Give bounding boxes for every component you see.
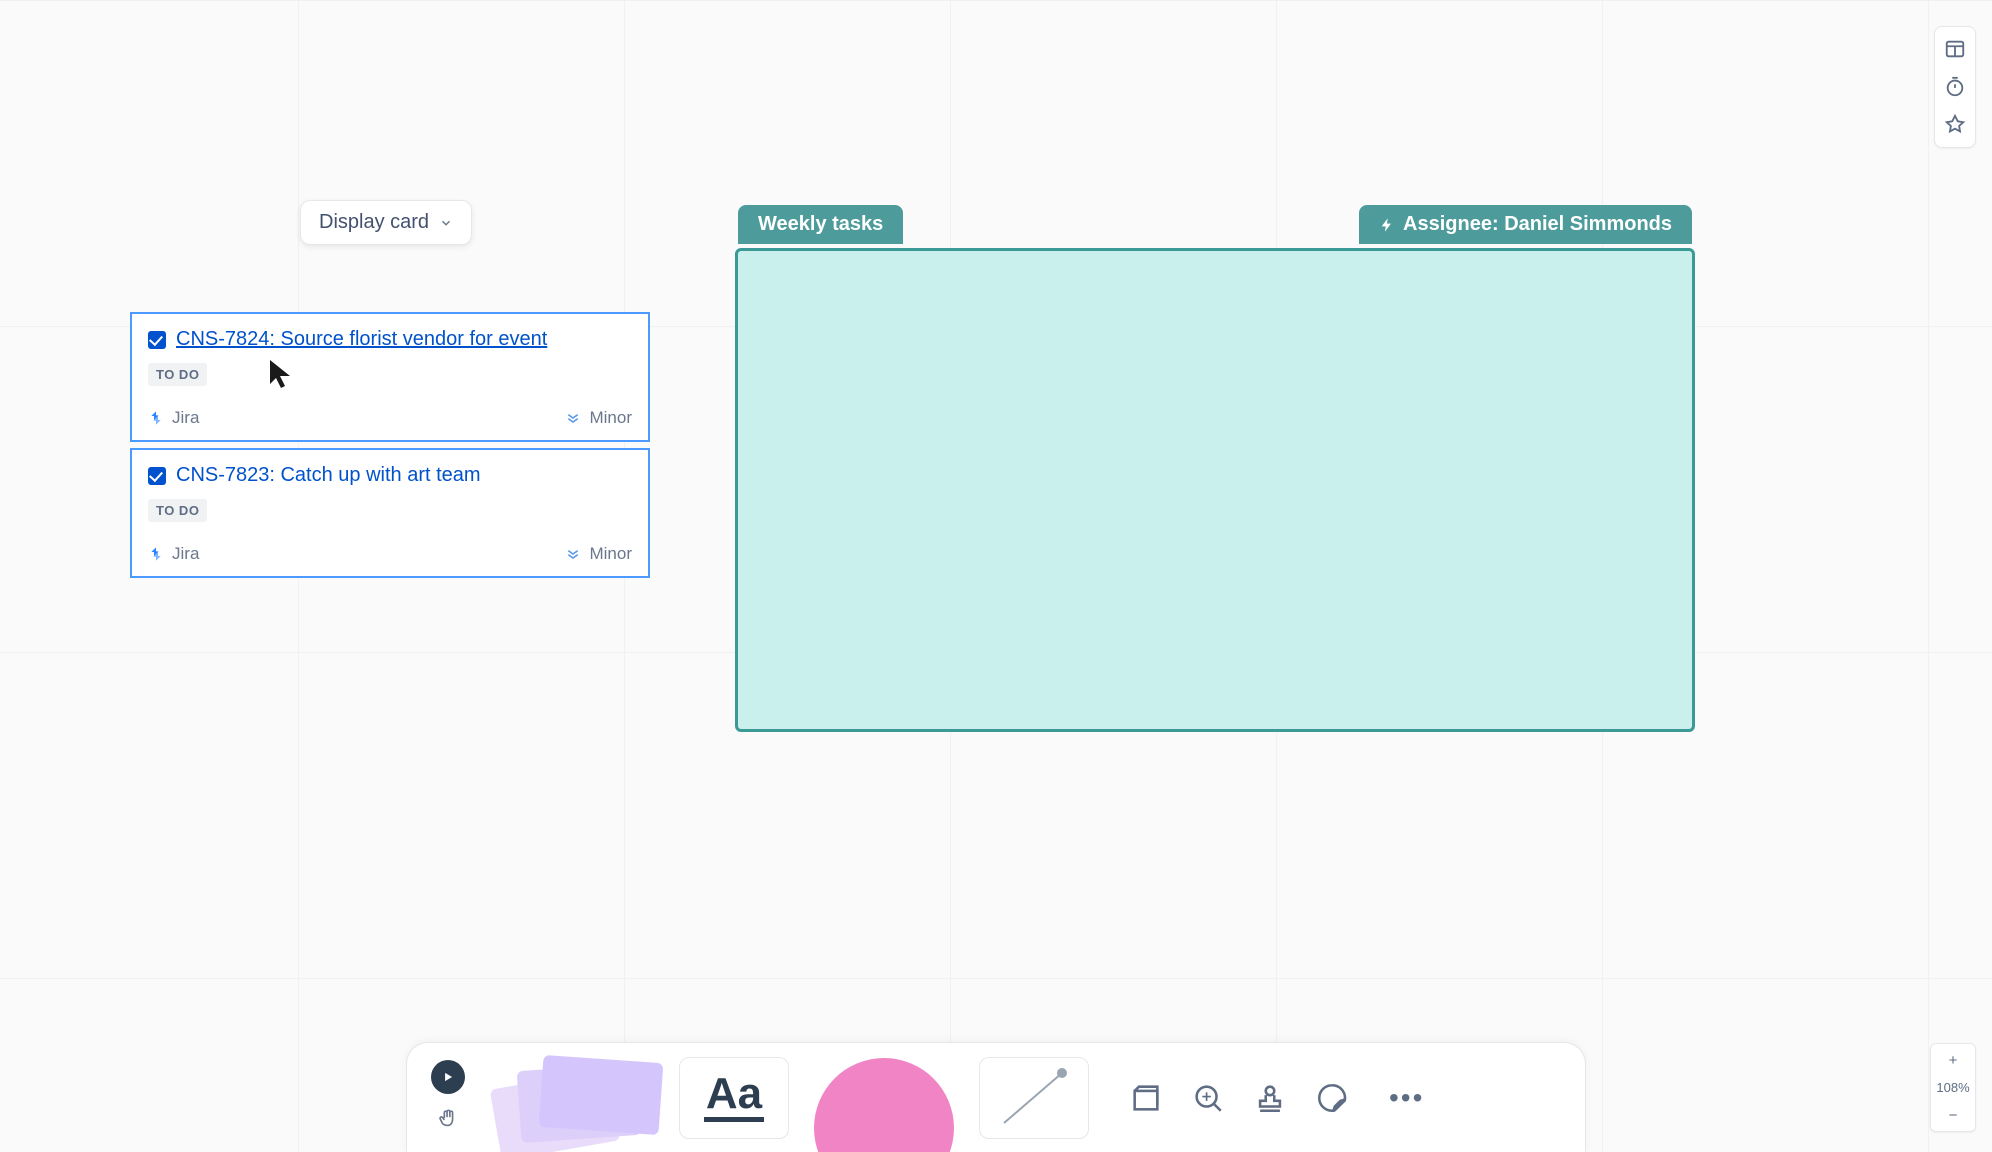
circle-shape-icon <box>814 1058 954 1152</box>
assignee-tab[interactable]: Assignee: Daniel Simmonds <box>1359 205 1692 244</box>
zoom-control: + 108% − <box>1930 1043 1976 1132</box>
shape-tool[interactable] <box>809 1057 959 1139</box>
frame-tool-icon[interactable] <box>1129 1081 1163 1115</box>
priority-label: Minor <box>589 544 632 564</box>
assignee-label: Assignee: Daniel Simmonds <box>1403 213 1672 236</box>
display-card-label: Display card <box>319 211 429 234</box>
status-badge: TO DO <box>148 363 207 386</box>
hand-tool-button[interactable] <box>431 1102 465 1136</box>
jira-card[interactable]: CNS-7824: Source florist vendor for even… <box>130 312 650 442</box>
search-sparkle-icon[interactable] <box>1191 1081 1225 1115</box>
frame-title: Weekly tasks <box>758 213 883 235</box>
sticky-note-tool[interactable] <box>489 1057 659 1139</box>
priority-minor-icon <box>565 546 581 562</box>
jira-card-footer: Jira Minor <box>148 408 632 428</box>
jira-card-footer: Jira Minor <box>148 544 632 564</box>
right-tool-strip <box>1934 26 1976 148</box>
priority-minor-icon <box>565 410 581 426</box>
chevron-down-icon <box>439 216 453 230</box>
task-type-icon <box>148 331 166 349</box>
weekly-tasks-frame[interactable]: Weekly tasks Assignee: Daniel Simmonds <box>735 248 1695 732</box>
jira-icon <box>148 410 164 426</box>
text-tool-label: Aa <box>706 1069 762 1119</box>
zoom-out-button[interactable]: − <box>1931 1099 1975 1131</box>
sticker-tool-icon[interactable] <box>1315 1081 1349 1115</box>
present-button[interactable] <box>431 1060 465 1094</box>
line-tool[interactable] <box>979 1057 1089 1139</box>
source-label: Jira <box>172 544 199 564</box>
text-tool[interactable]: Aa <box>679 1057 789 1139</box>
jira-card-title[interactable]: CNS-7823: Catch up with art team <box>176 464 481 487</box>
source-label: Jira <box>172 408 199 428</box>
task-type-icon <box>148 467 166 485</box>
jira-card-title-row: CNS-7823: Catch up with art team <box>148 464 632 487</box>
pin-icon[interactable] <box>1939 109 1971 141</box>
jira-card[interactable]: CNS-7823: Catch up with art team TO DO J… <box>130 448 650 578</box>
lightning-icon <box>1379 216 1395 234</box>
priority-label: Minor <box>589 408 632 428</box>
jira-card-title-row: CNS-7824: Source florist vendor for even… <box>148 328 632 351</box>
jira-card-title[interactable]: CNS-7824: Source florist vendor for even… <box>176 328 547 351</box>
display-card-dropdown[interactable]: Display card <box>300 200 472 245</box>
zoom-level[interactable]: 108% <box>1936 1076 1969 1099</box>
bottom-toolbar: Aa ••• <box>406 1042 1586 1152</box>
timer-icon[interactable] <box>1939 71 1971 103</box>
status-badge: TO DO <box>148 499 207 522</box>
toolbar-icon-group <box>1129 1081 1349 1115</box>
jira-icon <box>148 546 164 562</box>
stamp-tool-icon[interactable] <box>1253 1081 1287 1115</box>
frame-title-tab[interactable]: Weekly tasks <box>738 205 903 244</box>
more-tools-button[interactable]: ••• <box>1389 1082 1424 1114</box>
jira-cards-group: CNS-7824: Source florist vendor for even… <box>130 312 650 578</box>
zoom-in-button[interactable]: + <box>1931 1044 1975 1076</box>
panel-icon[interactable] <box>1939 33 1971 65</box>
